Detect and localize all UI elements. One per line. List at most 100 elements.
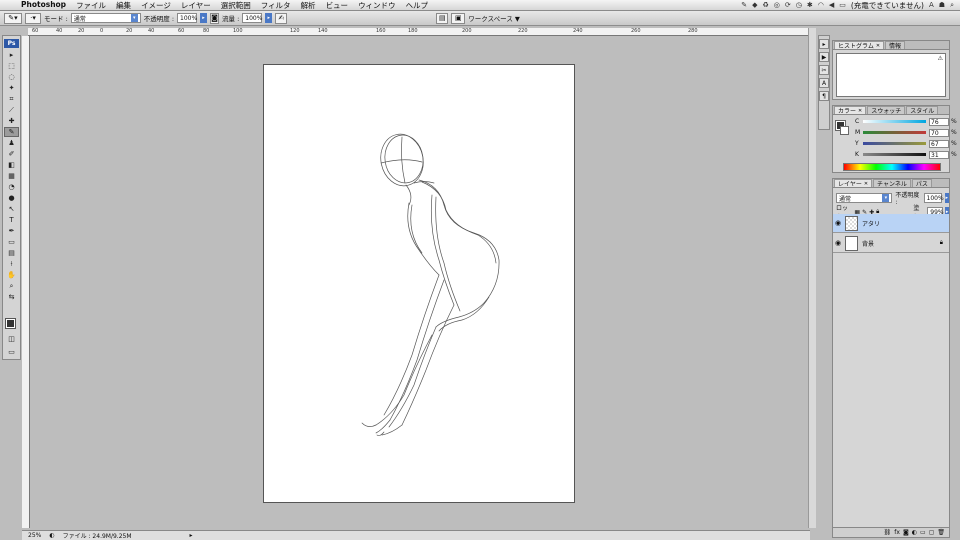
canvas-vertical-scrollbar[interactable]: [808, 28, 816, 528]
tab-channels[interactable]: チャンネル: [873, 179, 911, 188]
tab-paths[interactable]: パス: [911, 179, 932, 188]
link-layers-icon[interactable]: ⛓: [884, 529, 892, 536]
palette-well-icon[interactable]: ▤: [436, 12, 449, 24]
warning-icon[interactable]: ⚠: [938, 55, 943, 62]
zoom-tool-icon[interactable]: ⌕: [4, 281, 19, 291]
slice-tool-icon[interactable]: ⟋: [4, 105, 19, 115]
airbrush-toggle-icon[interactable]: ✍: [275, 12, 288, 24]
crop-tool-icon[interactable]: ⌗: [4, 94, 19, 104]
blend-mode-select[interactable]: 通常 ▾: [836, 193, 893, 203]
layer-opacity-input[interactable]: 100%: [923, 193, 944, 203]
layer-row-background[interactable]: ◉ 背景 🔒︎: [833, 234, 949, 253]
character-panel-icon[interactable]: A: [819, 78, 829, 88]
menu-window[interactable]: ウィンドウ: [353, 0, 401, 11]
new-group-icon[interactable]: ▭: [920, 529, 926, 536]
layer-name[interactable]: アタリ: [862, 219, 880, 228]
menu-help[interactable]: ヘルプ: [401, 0, 434, 11]
layer-name[interactable]: 背景: [862, 239, 874, 248]
lasso-tool-icon[interactable]: ◌: [4, 72, 19, 82]
eraser-tool-icon[interactable]: ◧: [4, 160, 19, 170]
magic-wand-tool-icon[interactable]: ✦: [4, 83, 19, 93]
menu-layer[interactable]: レイヤー: [176, 0, 216, 11]
tab-color[interactable]: カラー ✕: [834, 106, 867, 115]
screen-mode-icon[interactable]: ▭: [4, 347, 19, 357]
actions-panel-icon[interactable]: ▶: [819, 52, 829, 62]
blur-tool-icon[interactable]: ◔: [4, 182, 19, 192]
delete-layer-icon[interactable]: 🗑︎: [937, 529, 945, 536]
sync-icon[interactable]: ⟳: [785, 1, 791, 9]
user-icon[interactable]: ☗: [939, 1, 945, 9]
menu-photoshop[interactable]: Photoshop: [16, 0, 71, 11]
gradient-tool-icon[interactable]: ▦: [4, 171, 19, 181]
tab-layers[interactable]: レイヤー ✕: [834, 179, 873, 188]
bridge-icon[interactable]: ▣: [451, 12, 466, 24]
visibility-eye-icon[interactable]: ◉: [833, 219, 843, 227]
tab-swatches[interactable]: スウォッチ: [867, 106, 906, 115]
adjustment-layer-icon[interactable]: ◐: [912, 529, 917, 536]
photoshop-logo-icon[interactable]: Ps: [4, 39, 19, 48]
magenta-value-input[interactable]: 70: [929, 128, 949, 137]
tablet-pressure-icon[interactable]: ◙: [210, 12, 220, 24]
menu-analysis[interactable]: 解析: [296, 0, 321, 11]
brush-tool-icon[interactable]: ✎: [4, 127, 19, 137]
eyedropper-tool-icon[interactable]: ⟊: [4, 259, 19, 269]
pen-tool-icon[interactable]: ✒: [4, 226, 19, 236]
evernote-icon[interactable]: ◎: [774, 1, 780, 9]
time-machine-icon[interactable]: ◷: [796, 1, 802, 9]
brush-preset-picker[interactable]: ✎▾: [4, 12, 22, 24]
battery-icon[interactable]: ▭: [839, 1, 846, 9]
move-tool-icon[interactable]: ▸: [4, 50, 19, 60]
flow-input[interactable]: 100%: [242, 13, 262, 23]
tab-histogram[interactable]: ヒストグラム ✕: [834, 41, 885, 50]
clone-stamp-tool-icon[interactable]: ♟: [4, 138, 19, 148]
menu-edit[interactable]: 編集: [111, 0, 136, 11]
cyan-value-input[interactable]: 76: [929, 117, 949, 126]
cyan-slider[interactable]: [863, 120, 926, 123]
brush-size-picker[interactable]: ·▾: [25, 12, 41, 24]
new-layer-icon[interactable]: ▢: [929, 529, 935, 536]
yellow-slider[interactable]: [863, 142, 926, 145]
close-icon[interactable]: ✕: [864, 181, 868, 187]
flow-slider-arrow-icon[interactable]: ▸: [265, 13, 273, 23]
layer-opacity-arrow-icon[interactable]: ▸: [944, 193, 949, 203]
black-slider[interactable]: [863, 153, 926, 156]
wifi-icon[interactable]: ◠: [818, 1, 824, 9]
path-selection-tool-icon[interactable]: ↖: [4, 204, 19, 214]
paragraph-panel-icon[interactable]: ¶: [819, 91, 829, 101]
color-spectrum-bar[interactable]: [843, 163, 941, 171]
close-icon[interactable]: ✕: [876, 43, 880, 49]
yellow-value-input[interactable]: 67: [929, 139, 949, 148]
quick-mask-icon[interactable]: ◫: [4, 334, 19, 344]
script-icon[interactable]: ✎: [741, 1, 747, 9]
dropbox-icon[interactable]: ◆: [752, 1, 757, 9]
healing-brush-tool-icon[interactable]: ✚: [4, 116, 19, 126]
hand-tool-icon[interactable]: ✋: [4, 270, 19, 280]
visibility-eye-icon[interactable]: ◉: [833, 239, 843, 247]
status-menu-arrow-icon[interactable]: ▸: [190, 532, 193, 539]
opacity-slider-arrow-icon[interactable]: ▸: [200, 13, 208, 23]
dodge-tool-icon[interactable]: ●: [4, 193, 19, 203]
menu-view[interactable]: ビュー: [321, 0, 354, 11]
foreground-color-swatch[interactable]: [5, 318, 16, 329]
black-value-input[interactable]: 31: [929, 150, 949, 159]
bluetooth-icon[interactable]: ✱: [807, 1, 813, 9]
shape-tool-icon[interactable]: ▭: [4, 237, 19, 247]
layer-row-atari[interactable]: ◉ アタリ: [833, 214, 949, 233]
magenta-slider[interactable]: [863, 131, 926, 134]
history-brush-tool-icon[interactable]: ✐: [4, 149, 19, 159]
spotlight-search-icon[interactable]: ⌕: [950, 1, 954, 10]
layer-style-icon[interactable]: fx: [894, 529, 900, 536]
tab-styles[interactable]: スタイル: [906, 106, 939, 115]
workspace-menu[interactable]: ワークスペース ▼: [468, 13, 520, 23]
menu-select[interactable]: 選択範囲: [216, 0, 256, 11]
layer-mask-icon[interactable]: ◙: [903, 529, 909, 536]
menu-image[interactable]: イメージ: [136, 0, 176, 11]
document-info-icon[interactable]: ◐: [49, 532, 54, 539]
document-canvas[interactable]: [263, 64, 575, 503]
tools-preset-icon[interactable]: ✂: [819, 65, 829, 75]
menu-filter[interactable]: フィルタ: [256, 0, 296, 11]
input-mode-indicator[interactable]: A: [929, 1, 934, 9]
recycle-icon[interactable]: ♻: [762, 1, 768, 9]
tab-info[interactable]: 情報: [885, 41, 906, 50]
close-icon[interactable]: ✕: [858, 108, 862, 114]
